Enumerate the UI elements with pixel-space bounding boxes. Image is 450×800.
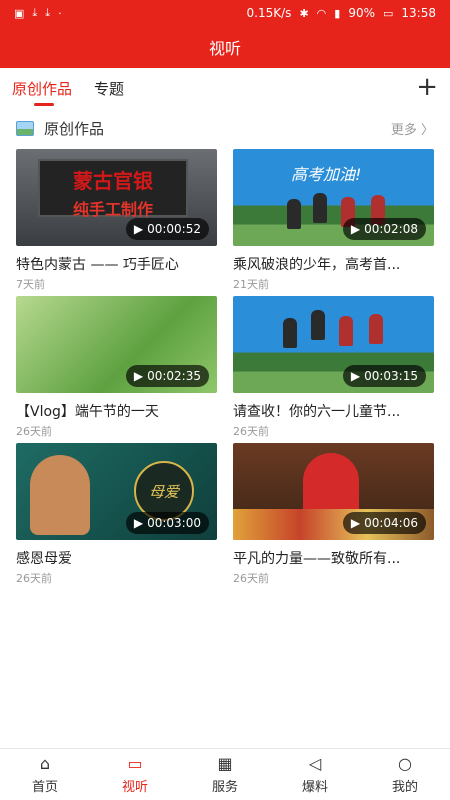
video-grid: 蒙古官银 纯手工制作 ▶ 00:00:52 特色内蒙古 —— 巧手匠心 7天前 … (16, 149, 434, 590)
duration-text: 00:00:52 (147, 222, 201, 236)
image-icon: ▣ (14, 6, 25, 20)
video-time: 26天前 (233, 572, 269, 585)
duration-text: 00:03:15 (364, 369, 418, 383)
video-card[interactable]: ▶ 00:04:06 平凡的力量——致敬所有... 26天前 (233, 443, 434, 590)
nav-label: 爆料 (301, 779, 328, 795)
video-thumbnail[interactable]: ▶ 00:03:15 (233, 296, 434, 393)
shop-sign: 蒙古官银 纯手工制作 (38, 159, 188, 219)
vendor-figure (303, 453, 359, 515)
network-speed: 0.15K/s (246, 6, 292, 20)
duration-text: 00:04:06 (364, 516, 418, 530)
duration-badge: ▶ 00:03:15 (342, 365, 426, 387)
section-header: 原创作品 更多 〉 (0, 116, 450, 140)
nav-label: 视听 (121, 779, 148, 795)
duration-badge: ▶ 00:00:52 (125, 218, 209, 240)
duration-badge: ▶ 00:04:06 (342, 512, 426, 534)
nav-services[interactable]: ▦ 服务 (180, 749, 270, 800)
grid-icon: ▦ (217, 753, 233, 773)
video-time: 26天前 (16, 425, 52, 438)
video-title[interactable]: 平凡的力量——致敬所有... (233, 548, 434, 568)
cheer-text: 高考加油! (291, 165, 362, 184)
video-title[interactable]: 特色内蒙古 —— 巧手匠心 (16, 254, 217, 274)
nav-home[interactable]: ⌂ 首页 (0, 749, 90, 800)
play-icon: ▶ (350, 516, 361, 530)
dot-icon: · (58, 6, 62, 20)
tab-topics[interactable]: 专题 (94, 68, 124, 108)
jumping-person (369, 314, 383, 344)
nav-report[interactable]: ◁ 爆料 (270, 749, 360, 800)
nav-label: 服务 (211, 779, 238, 795)
video-title[interactable]: 乘风破浪的少年，高考首... (233, 254, 434, 274)
bluetooth-icon: ✱ (299, 6, 309, 20)
play-icon: ▶ (133, 222, 144, 236)
megaphone-icon: ◁ (308, 753, 322, 773)
jumping-person (313, 193, 327, 223)
more-link[interactable]: 更多 〉 (391, 119, 434, 138)
video-thumbnail[interactable]: 母爱 ▶ 00:03:00 (16, 443, 217, 540)
duration-badge: ▶ 00:03:00 (125, 512, 209, 534)
video-card[interactable]: ▶ 00:03:15 请查收！你的六一儿童节... 26天前 (233, 296, 434, 443)
clock: 13:58 (401, 6, 436, 20)
status-bar: ▣ ⤓ ⤓ · 0.15K/s ✱ ◠ ▮ 90% ▭ 13:58 (0, 0, 450, 26)
nav-profile[interactable]: ○ 我的 (360, 749, 450, 800)
video-title[interactable]: 【Vlog】端午节的一天 (16, 401, 217, 421)
image-icon (16, 120, 34, 136)
play-icon: ▶ (133, 516, 144, 530)
video-title[interactable]: 感恩母爱 (16, 548, 217, 568)
nav-label: 我的 (391, 779, 418, 795)
sign-line1: 蒙古官银 (73, 169, 153, 193)
duration-text: 00:03:00 (147, 516, 201, 530)
video-title[interactable]: 请查收！你的六一儿童节... (233, 401, 434, 421)
duration-text: 00:02:08 (364, 222, 418, 236)
battery-icon: ▭ (383, 6, 394, 20)
video-card[interactable]: 蒙古官银 纯手工制作 ▶ 00:00:52 特色内蒙古 —— 巧手匠心 7天前 (16, 149, 217, 296)
video-time: 26天前 (16, 572, 52, 585)
add-icon[interactable]: + (416, 74, 438, 100)
user-icon: ○ (398, 753, 412, 773)
video-time: 7天前 (16, 278, 45, 291)
tab-bar: 原创作品 专题 + (0, 68, 450, 108)
duration-text: 00:02:35 (147, 369, 201, 383)
tv-icon: ▭ (127, 753, 143, 773)
app-header: 视听 (0, 26, 450, 68)
jumping-person (339, 316, 353, 346)
section-title: 原创作品 (44, 119, 105, 138)
jumping-person (287, 199, 301, 229)
video-time: 26天前 (233, 425, 269, 438)
tab-original-works[interactable]: 原创作品 (12, 68, 72, 108)
sign-line2: 纯手工制作 (72, 200, 153, 219)
download-icon: ⤓ (32, 6, 38, 19)
download-icon: ⤓ (45, 6, 51, 19)
bottom-nav: ⌂ 首页 ▭ 视听 ▦ 服务 ◁ 爆料 ○ 我的 (0, 748, 450, 800)
play-icon: ▶ (133, 369, 144, 383)
play-icon: ▶ (350, 222, 361, 236)
nav-label: 首页 (31, 779, 58, 795)
home-icon: ⌂ (39, 753, 51, 773)
jumping-person (311, 310, 325, 340)
video-card[interactable]: ▶ 00:02:35 【Vlog】端午节的一天 26天前 (16, 296, 217, 443)
nav-media[interactable]: ▭ 视听 (90, 749, 180, 800)
video-thumbnail[interactable]: 蒙古官银 纯手工制作 ▶ 00:00:52 (16, 149, 217, 246)
duration-badge: ▶ 00:02:08 (342, 218, 426, 240)
battery-level: 90% (348, 6, 375, 20)
video-thumbnail[interactable]: ▶ 00:04:06 (233, 443, 434, 540)
video-time: 21天前 (233, 278, 269, 291)
wifi-icon: ◠ (316, 6, 327, 20)
video-card[interactable]: 高考加油! ▶ 00:02:08 乘风破浪的少年，高考首... 21天前 (233, 149, 434, 296)
video-thumbnail[interactable]: 高考加油! ▶ 00:02:08 (233, 149, 434, 246)
play-icon: ▶ (350, 369, 361, 383)
video-thumbnail[interactable]: ▶ 00:02:35 (16, 296, 217, 393)
jumping-person (283, 318, 297, 348)
duration-badge: ▶ 00:02:35 (125, 365, 209, 387)
video-card[interactable]: 母爱 ▶ 00:03:00 感恩母爱 26天前 (16, 443, 217, 590)
page-title: 视听 (208, 39, 241, 58)
signal-icon: ▮ (334, 6, 341, 20)
mother-illustration (30, 455, 90, 535)
